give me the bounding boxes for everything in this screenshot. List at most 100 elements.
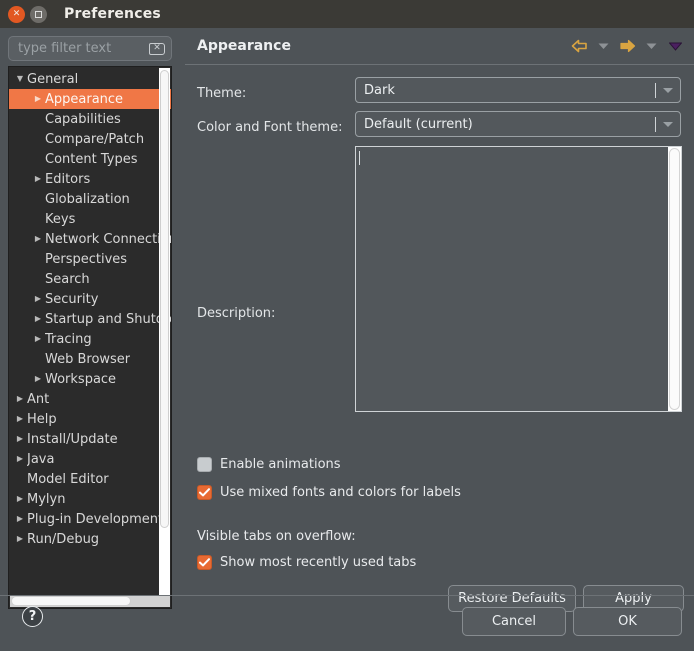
chevron-right-icon[interactable]: ▶	[31, 335, 45, 343]
tree-item-label: Java	[27, 452, 54, 467]
description-label-row: Description:	[197, 306, 275, 321]
chevron-right-icon[interactable]: ▶	[31, 375, 45, 383]
tree-item-label: Content Types	[45, 152, 137, 167]
cancel-button[interactable]: Cancel	[462, 607, 566, 636]
tree-item-help[interactable]: ▶Help	[9, 409, 171, 429]
page-header: Appearance	[185, 28, 694, 64]
color-font-label-row: Color and Font theme:	[197, 120, 342, 135]
show-mru-tabs-checkbox[interactable]	[197, 555, 212, 570]
tree-item-label: Run/Debug	[27, 532, 99, 547]
chevron-right-icon[interactable]: ▶	[13, 515, 27, 523]
tree-item-plug-in-development[interactable]: ▶Plug-in Development	[9, 509, 171, 529]
tree-item-label: Capabilities	[45, 112, 121, 127]
chevron-right-icon[interactable]: ▶	[31, 295, 45, 303]
tree-item-install-update[interactable]: ▶Install/Update	[9, 429, 171, 449]
color-font-theme-combo[interactable]: Default (current)	[355, 111, 681, 137]
show-mru-tabs-row[interactable]: Show most recently used tabs	[197, 555, 416, 570]
color-font-theme-combo-value: Default (current)	[364, 117, 473, 132]
help-icon[interactable]: ?	[22, 606, 43, 627]
tree-item-startup-and-shutdown[interactable]: ▶Startup and Shutdown	[9, 309, 171, 329]
color-font-theme-combo-arrow[interactable]	[655, 112, 680, 136]
forward-history-chevron-icon[interactable]	[640, 35, 662, 57]
description-scrollbar-thumb[interactable]	[669, 148, 680, 410]
appearance-page: Appearance	[185, 28, 694, 595]
theme-combo-value: Dark	[364, 83, 395, 98]
window-title: Preferences	[64, 6, 161, 22]
forward-arrow-icon[interactable]	[616, 35, 638, 57]
tree-item-tracing[interactable]: ▶Tracing	[9, 329, 171, 349]
view-menu-chevron-icon[interactable]	[664, 35, 686, 57]
appearance-form: Theme: Dark Color and Font theme: Defaul…	[185, 65, 694, 595]
tree-vertical-scrollbar[interactable]	[159, 68, 170, 595]
tree-item-label: Mylyn	[27, 492, 65, 507]
tree-item-security[interactable]: ▶Security	[9, 289, 171, 309]
tree-list: ▼General▶AppearanceCapabilitiesCompare/P…	[9, 67, 171, 549]
show-mru-tabs-label: Show most recently used tabs	[220, 555, 416, 570]
filter-field-wrapper: type filter text ✕	[8, 36, 172, 61]
close-icon[interactable]: ✕	[8, 6, 25, 23]
back-arrow-icon[interactable]	[568, 35, 590, 57]
mixed-fonts-row[interactable]: Use mixed fonts and colors for labels	[197, 485, 461, 500]
tree-item-label: Security	[45, 292, 98, 307]
chevron-right-icon[interactable]: ▶	[13, 535, 27, 543]
mixed-fonts-label: Use mixed fonts and colors for labels	[220, 485, 461, 500]
tree-item-web-browser[interactable]: Web Browser	[9, 349, 171, 369]
tree-item-ant[interactable]: ▶Ant	[9, 389, 171, 409]
theme-label: Theme:	[197, 86, 246, 101]
description-label: Description:	[197, 306, 275, 321]
chevron-right-icon[interactable]: ▶	[31, 175, 45, 183]
description-scrollbar[interactable]	[668, 147, 681, 411]
tree-vertical-scrollbar-thumb[interactable]	[160, 70, 169, 528]
tree-item-label: Workspace	[45, 372, 116, 387]
page-nav-icons	[568, 35, 686, 57]
theme-combo[interactable]: Dark	[355, 77, 681, 103]
mixed-fonts-checkbox[interactable]	[197, 485, 212, 500]
chevron-right-icon[interactable]: ▶	[31, 315, 45, 323]
tree-item-compare-patch[interactable]: Compare/Patch	[9, 129, 171, 149]
chevron-right-icon[interactable]: ▶	[13, 455, 27, 463]
tree-item-java[interactable]: ▶Java	[9, 449, 171, 469]
tree-item-label: Plug-in Development	[27, 512, 163, 527]
color-font-theme-label: Color and Font theme:	[197, 120, 342, 135]
preferences-tree[interactable]: ▼General▶AppearanceCapabilitiesCompare/P…	[8, 66, 172, 609]
tree-item-search[interactable]: Search	[9, 269, 171, 289]
tree-item-keys[interactable]: Keys	[9, 209, 171, 229]
chevron-down-icon[interactable]: ▼	[13, 75, 27, 83]
chevron-right-icon[interactable]: ▶	[13, 495, 27, 503]
tree-item-model-editor[interactable]: Model Editor	[9, 469, 171, 489]
tree-item-label: Compare/Patch	[45, 132, 144, 147]
clear-icon[interactable]: ✕	[149, 43, 165, 55]
tree-item-label: Perspectives	[45, 252, 127, 267]
tree-item-label: Editors	[45, 172, 90, 187]
tree-item-label: General	[27, 72, 78, 87]
tree-item-perspectives[interactable]: Perspectives	[9, 249, 171, 269]
tree-item-content-types[interactable]: Content Types	[9, 149, 171, 169]
tree-item-label: Ant	[27, 392, 49, 407]
chevron-right-icon[interactable]: ▶	[13, 395, 27, 403]
chevron-right-icon[interactable]: ▶	[31, 235, 45, 243]
tree-item-capabilities[interactable]: Capabilities	[9, 109, 171, 129]
maximize-icon[interactable]	[30, 6, 47, 23]
tree-item-label: Install/Update	[27, 432, 118, 447]
tree-item-mylyn[interactable]: ▶Mylyn	[9, 489, 171, 509]
tree-item-editors[interactable]: ▶Editors	[9, 169, 171, 189]
enable-animations-row[interactable]: Enable animations	[197, 457, 341, 472]
tree-item-globalization[interactable]: Globalization	[9, 189, 171, 209]
back-history-chevron-icon[interactable]	[592, 35, 614, 57]
tree-item-network-connections[interactable]: ▶Network Connections	[9, 229, 171, 249]
chevron-down-icon	[663, 122, 673, 127]
chevron-right-icon[interactable]: ▶	[13, 415, 27, 423]
theme-combo-arrow[interactable]	[655, 78, 680, 102]
tree-item-run-debug[interactable]: ▶Run/Debug	[9, 529, 171, 549]
ok-button[interactable]: OK	[573, 607, 682, 636]
tree-item-workspace[interactable]: ▶Workspace	[9, 369, 171, 389]
chevron-right-icon[interactable]: ▶	[31, 95, 45, 103]
search-input[interactable]: type filter text ✕	[8, 36, 172, 61]
tree-item-label: Tracing	[45, 332, 92, 347]
description-textarea[interactable]	[355, 146, 682, 412]
tree-item-appearance[interactable]: ▶Appearance	[9, 89, 171, 109]
chevron-right-icon[interactable]: ▶	[13, 435, 27, 443]
dialog-body: type filter text ✕ ▼General▶AppearanceCa…	[0, 28, 694, 651]
tree-item-general[interactable]: ▼General	[9, 69, 171, 89]
enable-animations-checkbox[interactable]	[197, 457, 212, 472]
